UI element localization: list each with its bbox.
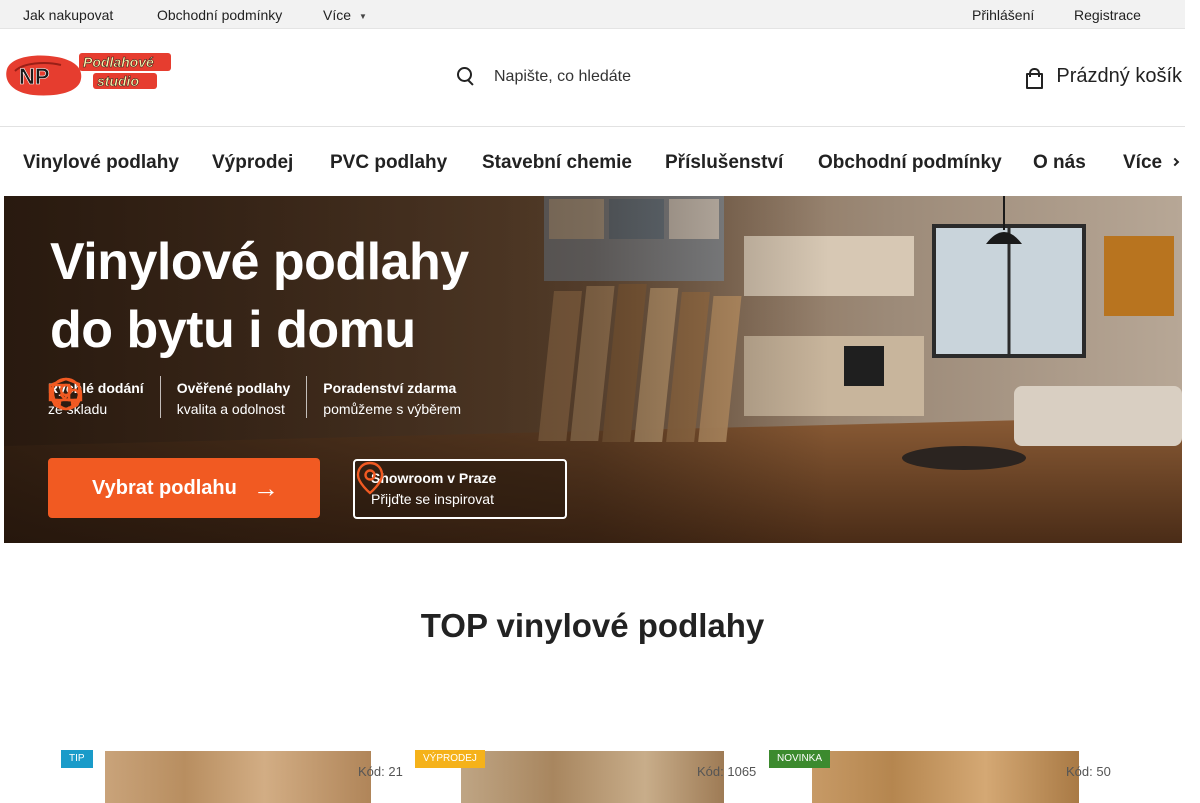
feature-divider: [306, 376, 308, 418]
user-icon: [49, 377, 83, 411]
site-header: NP Podlahové studio Prázdný košík: [0, 29, 1185, 127]
svg-text:studio: studio: [97, 73, 139, 89]
svg-text:NP: NP: [19, 64, 50, 89]
nav-item-vinyl-floors[interactable]: Vinylové podlahy: [23, 152, 179, 174]
feature-divider: [159, 376, 161, 418]
product-card[interactable]: NOVINKA Kód: 50: [769, 748, 1121, 803]
hero-headline-line1: Vinylové podlahy: [50, 233, 469, 291]
nav-more-label: Více: [1123, 152, 1163, 173]
showroom-button[interactable]: Showroom v Praze Přijďte se inspirovat: [353, 459, 567, 519]
product-image[interactable]: [461, 751, 724, 803]
register-link[interactable]: Registrace: [1074, 7, 1141, 23]
product-code: Kód: 1065: [697, 764, 757, 779]
section-title-top-vinyl: TOP vinylové podlahy: [420, 607, 765, 644]
cart-button[interactable]: Prázdný košík: [1024, 65, 1182, 89]
nav-item-sale[interactable]: Výprodej: [212, 152, 293, 174]
product-code: Kód: 50: [1066, 764, 1111, 779]
hero-headline-line2: do bytu i domu: [50, 301, 416, 359]
product-image[interactable]: [812, 751, 1079, 803]
main-navigation: Vinylové podlahy Výprodej PVC podlahy St…: [0, 128, 1185, 196]
nav-item-terms[interactable]: Obchodní podmínky: [818, 152, 1002, 174]
map-pin-icon: [356, 461, 384, 495]
product-code: Kód: 21: [358, 764, 403, 779]
topbar-link-terms[interactable]: Obchodní podmínky: [157, 7, 282, 23]
caret-down-icon: ▼: [359, 12, 367, 21]
svg-text:Podlahové: Podlahové: [83, 54, 154, 70]
showroom-sub: Přijďte se inspirovat: [371, 491, 494, 507]
product-badge-tip: TIP: [61, 750, 93, 768]
search-bar[interactable]: [450, 59, 750, 95]
nav-item-pvc-floors[interactable]: PVC podlahy: [330, 152, 447, 174]
hero-headline: Vinylové podlahy do bytu i domu: [50, 228, 469, 364]
topbar-link-how-to-buy[interactable]: Jak nakupovat: [23, 7, 113, 23]
product-card[interactable]: TIP Kód: 21: [61, 748, 413, 803]
nav-item-accessories[interactable]: Příslušenství: [665, 152, 783, 174]
feature-verified-floors: Ověřené podlahy kvalita a odolnost: [51, 376, 291, 422]
search-icon[interactable]: [456, 66, 478, 88]
product-card[interactable]: VÝPRODEJ Kód: 1065: [415, 748, 767, 803]
feature-free-advice: Poradenství zdarma pomůžeme s výběrem: [49, 376, 461, 422]
feature-free-advice-sub: pomůžeme s výběrem: [323, 401, 461, 417]
showroom-title: Showroom v Praze: [371, 470, 497, 486]
choose-floor-button[interactable]: Vybrat podlahu →: [48, 458, 320, 518]
topbar-more-menu[interactable]: Více ▼: [323, 7, 367, 23]
feature-verified-floors-sub: kvalita a odolnost: [176, 401, 285, 417]
product-badge-new: NOVINKA: [769, 750, 831, 768]
login-link[interactable]: Přihlášení: [972, 7, 1034, 23]
site-logo[interactable]: NP Podlahové studio: [5, 51, 173, 99]
top-utility-bar: Jak nakupovat Obchodní podmínky Více ▼ Př…: [0, 0, 1185, 29]
search-input[interactable]: [494, 68, 724, 86]
cart-label: Prázdný košík: [1056, 65, 1182, 87]
nav-item-more[interactable]: Více: [1123, 152, 1180, 174]
feature-free-advice-title: Poradenství zdarma: [323, 380, 457, 396]
shopping-bag-icon: [1024, 67, 1044, 89]
hero-features: Rychlé dodání ze skladu Ověřené podlahy kv…: [48, 376, 461, 422]
feature-verified-floors-title: Ověřené podlahy: [176, 380, 291, 396]
choose-floor-label: Vybrat podlahu: [92, 476, 237, 499]
nav-item-about[interactable]: O nás: [1033, 152, 1086, 174]
chevron-right-icon: [1170, 157, 1180, 167]
hero-banner[interactable]: Vinylové podlahy do bytu i domu Rychlé d…: [4, 196, 1182, 543]
arrow-right-icon: →: [252, 472, 279, 503]
product-image[interactable]: [105, 751, 371, 803]
logo-graphic: NP Podlahové studio: [6, 53, 171, 96]
product-badge-sale: VÝPRODEJ: [415, 750, 485, 768]
topbar-more-label: Více: [323, 7, 352, 23]
nav-item-construction-chemicals[interactable]: Stavební chemie: [482, 152, 632, 174]
